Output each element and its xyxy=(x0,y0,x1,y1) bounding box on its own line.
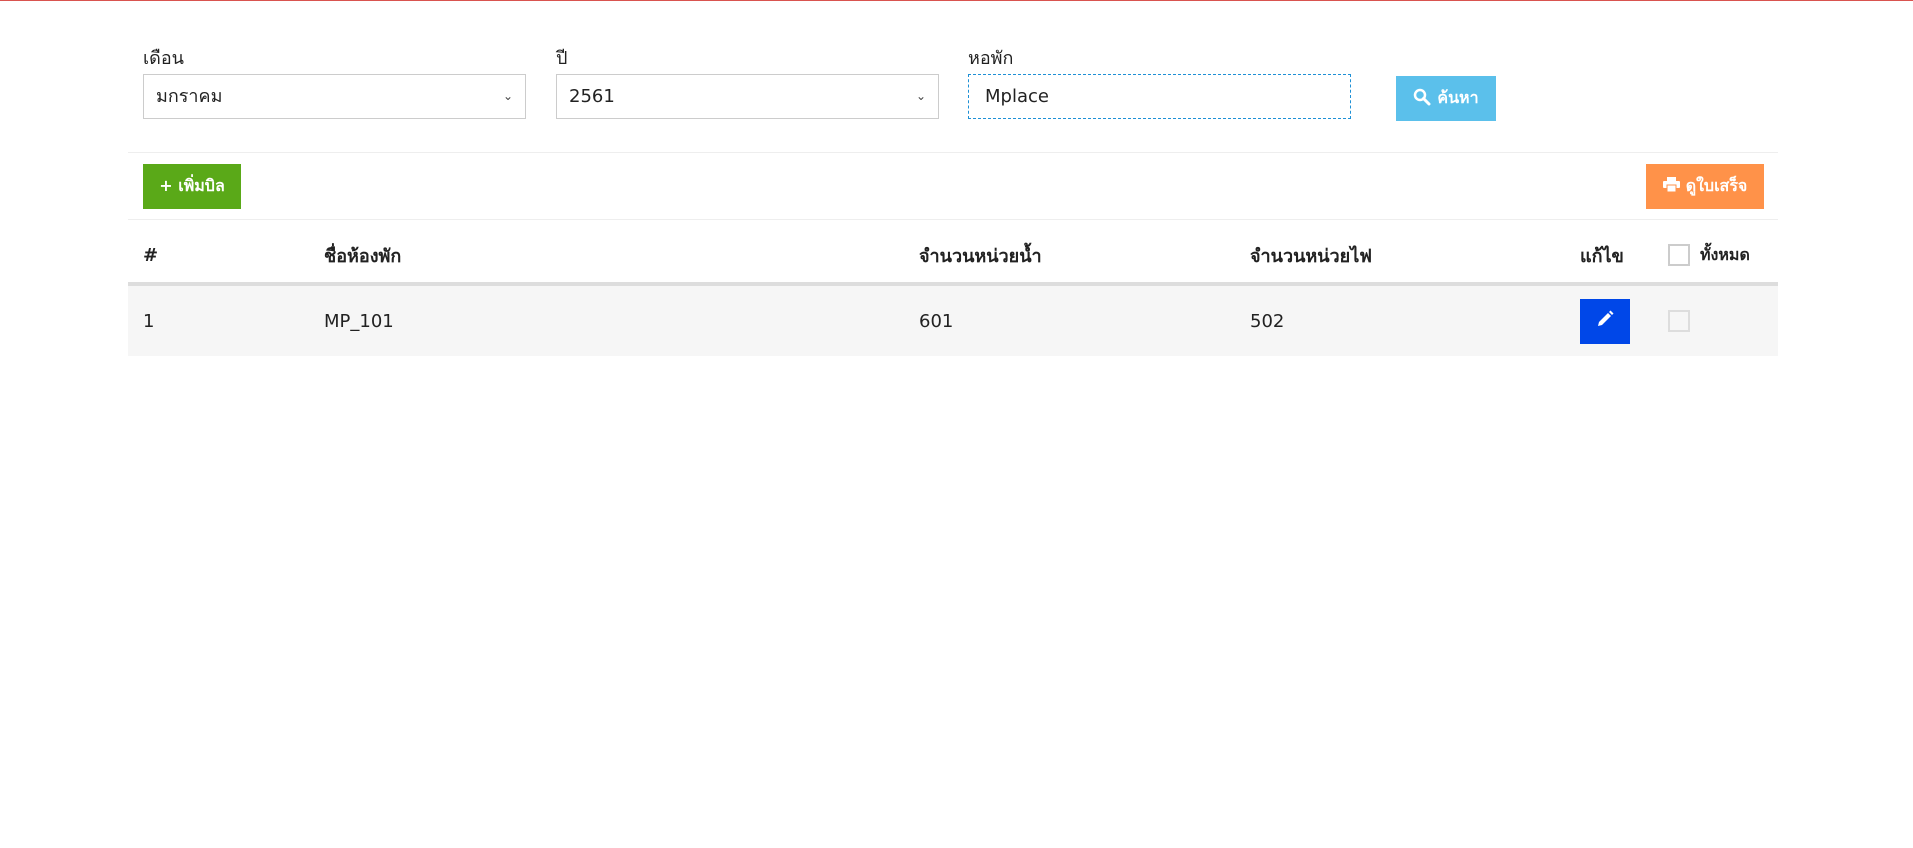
filter-bar: เดือน มกราคม ⌄ ปี 2561 ⌄ หอพัก Mplace ค้… xyxy=(143,48,1763,124)
dorm-field: หอพัก Mplace xyxy=(968,48,1351,119)
add-bill-label: + เพิ่มบิล xyxy=(159,176,225,195)
header-room-name: ชื่อห้องพัก xyxy=(324,245,402,267)
chevron-down-icon: ⌄ xyxy=(915,89,926,103)
cell-select xyxy=(1668,286,1690,356)
row-select-checkbox[interactable] xyxy=(1668,310,1690,332)
header-water-units: จำนวนหน่วยน้ำ xyxy=(919,245,1042,267)
chevron-down-icon: ⌄ xyxy=(502,89,513,103)
cell-electric-units: 502 xyxy=(1250,310,1285,332)
divider xyxy=(128,152,1778,153)
cell-index: 1 xyxy=(143,310,155,332)
header-electric-units: จำนวนหน่วยไฟ xyxy=(1250,245,1372,267)
printer-icon xyxy=(1662,177,1680,196)
table-row: 1 MP_101 601 502 xyxy=(128,286,1778,356)
dorm-label: หอพัก xyxy=(968,48,1014,69)
search-icon xyxy=(1413,88,1431,110)
year-select-value: 2561 xyxy=(569,86,615,107)
month-select[interactable]: มกราคม ⌄ xyxy=(143,74,526,119)
search-button-label: ค้นหา xyxy=(1437,88,1479,107)
dorm-input[interactable]: Mplace xyxy=(968,74,1351,119)
select-all-checkbox[interactable] xyxy=(1668,244,1690,266)
top-accent-line xyxy=(0,0,1913,1)
bills-table: # ชื่อห้องพัก จำนวนหน่วยน้ำ จำนวนหน่วยไฟ… xyxy=(128,228,1778,356)
month-field: เดือน มกราคม ⌄ xyxy=(143,48,526,119)
dorm-input-value: Mplace xyxy=(985,86,1049,107)
view-receipt-label: ดูใบเสร็จ xyxy=(1685,176,1748,195)
header-select-all: ทั้งหมด xyxy=(1668,228,1750,282)
year-label: ปี xyxy=(556,48,568,69)
cell-water-units: 601 xyxy=(919,310,954,332)
cell-edit xyxy=(1580,286,1630,356)
header-edit: แก้ไข xyxy=(1580,245,1624,267)
month-select-value: มกราคม xyxy=(156,86,223,107)
year-select[interactable]: 2561 ⌄ xyxy=(556,74,939,119)
search-button[interactable]: ค้นหา xyxy=(1396,76,1496,121)
edit-button[interactable] xyxy=(1580,298,1630,344)
select-all-label: ทั้งหมด xyxy=(1700,244,1750,264)
cell-room-name: MP_101 xyxy=(324,310,394,332)
view-receipt-button[interactable]: ดูใบเสร็จ xyxy=(1646,164,1764,209)
year-field: ปี 2561 ⌄ xyxy=(556,48,939,119)
add-bill-button[interactable]: + เพิ่มบิล xyxy=(143,164,241,209)
month-label: เดือน xyxy=(143,48,184,69)
divider xyxy=(128,219,1778,220)
header-index: # xyxy=(143,244,159,266)
pencil-icon xyxy=(1596,310,1614,333)
table-header: # ชื่อห้องพัก จำนวนหน่วยน้ำ จำนวนหน่วยไฟ… xyxy=(128,228,1778,286)
